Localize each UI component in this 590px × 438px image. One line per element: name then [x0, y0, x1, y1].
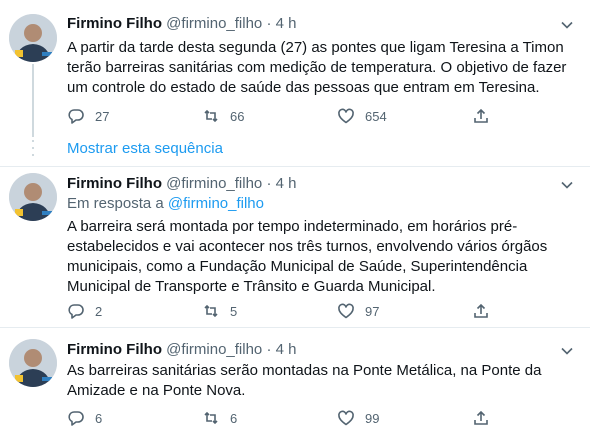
reply-prefix: Em resposta a — [67, 195, 164, 212]
heart-icon — [338, 410, 354, 426]
retweet-button[interactable]: 5 — [202, 301, 237, 321]
like-count: 99 — [365, 410, 380, 426]
show-thread-link[interactable]: Mostrar esta sequência — [67, 140, 223, 157]
retweet-count: 5 — [230, 303, 238, 319]
tweet-actions: 27 66 654 — [67, 106, 507, 126]
share-icon — [474, 303, 488, 318]
separator-dot: · — [266, 175, 272, 192]
avatar[interactable] — [9, 173, 57, 221]
reply-button[interactable]: 2 — [67, 301, 102, 321]
timestamp[interactable]: 4 h — [276, 341, 297, 358]
tweet-actions: 2 5 97 — [67, 301, 507, 321]
tweet-1[interactable]: Firmino Filho @firmino_filho · 4 h A par… — [0, 0, 590, 145]
share-button[interactable] — [472, 301, 490, 321]
thread-line — [32, 64, 34, 137]
retweet-button[interactable]: 6 — [202, 408, 237, 428]
author-handle[interactable]: @firmino_filho — [166, 175, 262, 192]
author-name[interactable]: Firmino Filho — [67, 175, 162, 192]
reply-context: Em resposta a @firmino_filho — [67, 194, 264, 214]
like-count: 97 — [365, 303, 380, 319]
thread-dot — [32, 140, 34, 142]
like-button[interactable]: 99 — [337, 408, 379, 428]
retweet-icon — [204, 411, 218, 425]
retweet-count: 66 — [230, 108, 245, 124]
share-icon — [474, 108, 488, 123]
share-button[interactable] — [472, 106, 490, 126]
separator-dot: · — [266, 15, 272, 32]
avatar[interactable] — [9, 14, 57, 62]
tweet-text: A partir da tarde desta segunda (27) as … — [67, 39, 567, 96]
tweet-3[interactable]: Firmino Filho @firmino_filho · 4 h As ba… — [0, 328, 590, 438]
reply-icon — [68, 109, 84, 124]
tweet-header: Firmino Filho @firmino_filho · 4 h — [67, 14, 296, 34]
tweet-text: A barreira será montada por tempo indete… — [67, 218, 548, 295]
like-button[interactable]: 654 — [337, 106, 387, 126]
timestamp[interactable]: 4 h — [276, 175, 297, 192]
reply-count: 2 — [95, 303, 103, 319]
author-name[interactable]: Firmino Filho — [67, 341, 162, 358]
like-button[interactable]: 97 — [337, 301, 379, 321]
tweet-text: As barreiras sanitárias serão montadas n… — [67, 362, 542, 399]
author-handle[interactable]: @firmino_filho — [166, 341, 262, 358]
like-count: 654 — [365, 108, 387, 124]
reply-icon — [68, 411, 84, 426]
heart-icon — [338, 108, 354, 124]
tweet-header: Firmino Filho @firmino_filho · 4 h — [67, 340, 296, 360]
share-button[interactable] — [472, 408, 490, 428]
author-name[interactable]: Firmino Filho — [67, 15, 162, 32]
thread-dot — [32, 154, 34, 156]
avatar[interactable] — [9, 339, 57, 387]
thread-dot — [32, 147, 34, 149]
reply-button[interactable]: 6 — [67, 408, 102, 428]
author-handle[interactable]: @firmino_filho — [166, 15, 262, 32]
reply-count: 27 — [95, 108, 110, 124]
reply-icon — [68, 304, 84, 319]
heart-icon — [338, 303, 354, 319]
share-icon — [474, 410, 488, 425]
chevron-down-icon[interactable] — [558, 176, 576, 194]
reply-mention-link[interactable]: @firmino_filho — [168, 195, 264, 212]
chevron-down-icon[interactable] — [558, 16, 576, 34]
separator-dot: · — [266, 341, 272, 358]
retweet-button[interactable]: 66 — [202, 106, 244, 126]
chevron-down-icon[interactable] — [558, 342, 576, 360]
tweet-2[interactable]: Firmino Filho @firmino_filho · 4 h Em re… — [0, 167, 590, 327]
timestamp[interactable]: 4 h — [276, 15, 297, 32]
reply-count: 6 — [95, 410, 103, 426]
tweet-actions: 6 6 99 — [67, 408, 507, 428]
retweet-icon — [204, 109, 218, 123]
retweet-count: 6 — [230, 410, 238, 426]
tweet-header: Firmino Filho @firmino_filho · 4 h — [67, 174, 296, 194]
reply-button[interactable]: 27 — [67, 106, 109, 126]
retweet-icon — [204, 304, 218, 318]
